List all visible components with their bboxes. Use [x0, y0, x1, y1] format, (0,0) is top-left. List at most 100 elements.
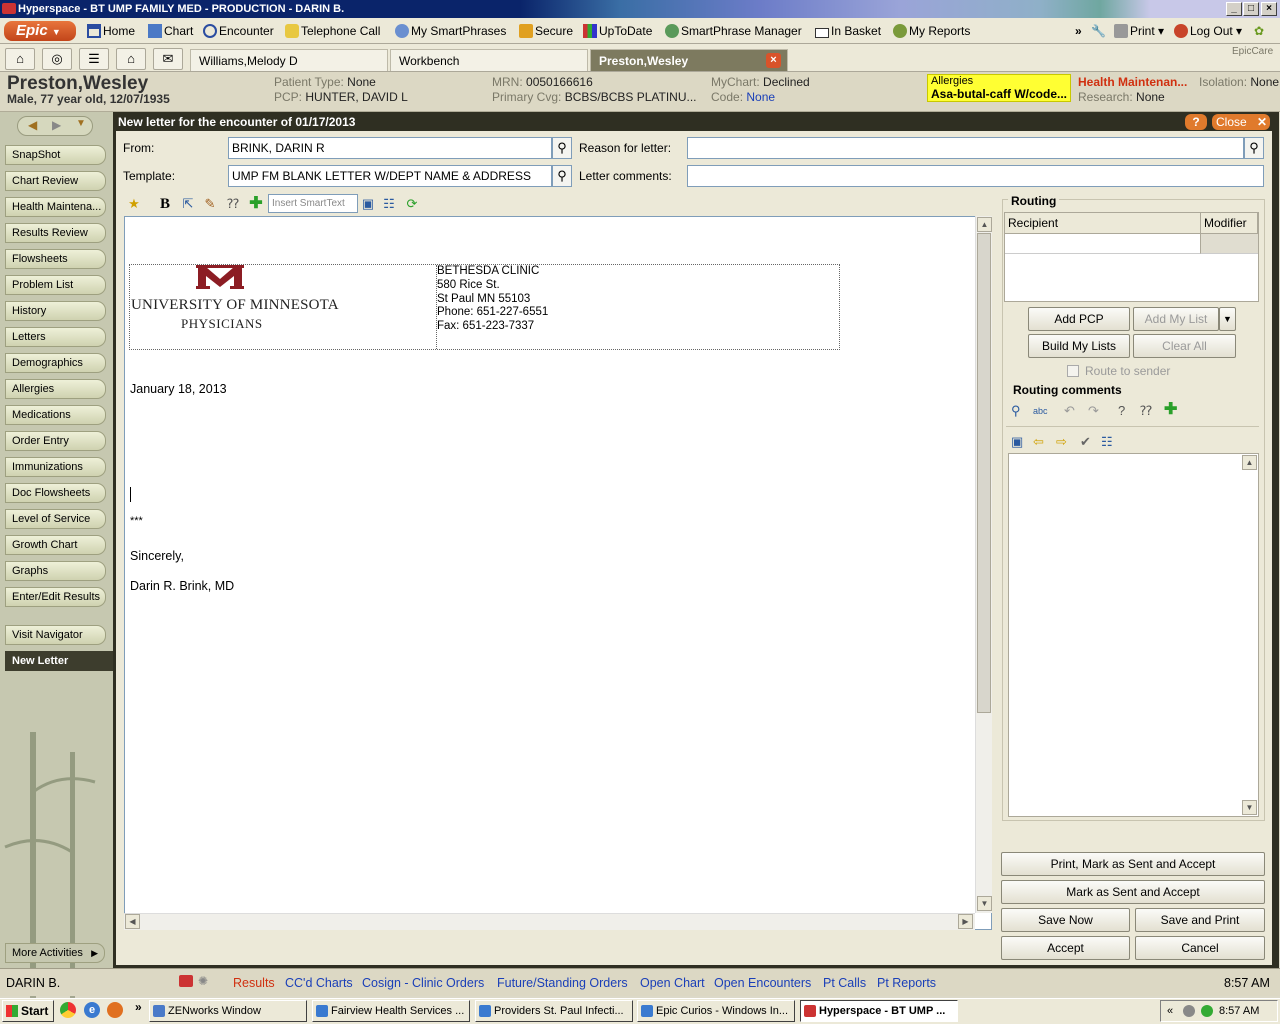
window-icon[interactable]: ▣ — [1011, 434, 1023, 450]
dropdown-arrow-icon[interactable]: ▼ — [76, 118, 86, 129]
check-icon[interactable]: ✔ — [1080, 434, 1091, 450]
status-link-cc-d-charts[interactable]: CC'd Charts — [285, 976, 353, 990]
sidebar-item-immunizations[interactable]: Immunizations — [5, 457, 106, 477]
tray-expand-icon[interactable]: « — [1167, 1001, 1173, 1021]
taskbar-task-1[interactable]: ZENworks Window — [149, 1000, 307, 1022]
add-icon[interactable]: ✚ — [1164, 402, 1177, 418]
forward-arrow-icon[interactable]: ▶ — [52, 118, 61, 132]
list-icon[interactable]: ☷ — [1101, 434, 1113, 450]
maximize-button[interactable]: □ — [1243, 2, 1259, 16]
edit-icon[interactable]: ✎ — [202, 195, 218, 213]
toolbar-in-basket[interactable]: In Basket — [815, 22, 881, 40]
activity-navigation-arrows[interactable]: ◀ ▶ ▼ — [17, 116, 93, 136]
arrow-right-icon[interactable]: ⇨ — [1056, 434, 1067, 450]
reason-search-icon[interactable]: ⚲ — [1244, 137, 1264, 159]
tab-williams-melody[interactable]: Williams,Melody D — [190, 49, 388, 71]
scroll-right-icon[interactable]: ▶ — [958, 914, 973, 929]
help-button[interactable]: ? — [1185, 114, 1207, 130]
reason-field[interactable] — [687, 137, 1244, 159]
redo-icon[interactable]: ↷ — [1088, 403, 1099, 419]
status-link-cosign-clinic-orders[interactable]: Cosign - Clinic Orders — [362, 976, 484, 990]
toolbar-secure[interactable]: Secure — [519, 22, 573, 40]
sidebar-item-snapshot[interactable]: SnapShot — [5, 145, 106, 165]
spellcheck-icon[interactable]: abc — [1033, 403, 1048, 419]
window-close-button[interactable]: × — [1261, 2, 1277, 16]
internet-explorer-icon[interactable]: e — [84, 1002, 100, 1018]
status-link-open-encounters[interactable]: Open Encounters — [714, 976, 811, 990]
list-icon[interactable]: ☷ — [381, 195, 397, 213]
print-mark-sent-accept-button[interactable]: Print, Mark as Sent and Accept — [1001, 852, 1265, 876]
taskbar-task-4[interactable]: Epic Curios - Windows In... — [637, 1000, 795, 1022]
bold-icon[interactable]: B — [157, 195, 173, 213]
recipient-column-header[interactable]: Recipient — [1005, 213, 1201, 234]
envelope-icon[interactable]: ✉ — [153, 48, 183, 70]
scroll-down-icon[interactable]: ▼ — [1242, 800, 1257, 815]
quicklaunch-chevron[interactable]: » — [135, 1000, 142, 1014]
help-query-icon[interactable]: ⁇ — [225, 195, 241, 213]
sidebar-item-medications[interactable]: Medications — [5, 405, 106, 425]
sidebar-item-health-maintena[interactable]: Health Maintena... — [5, 197, 106, 217]
save-and-print-button[interactable]: Save and Print — [1135, 908, 1265, 932]
sidebar-item-history[interactable]: History — [5, 301, 106, 321]
scroll-down-icon[interactable]: ▼ — [977, 896, 992, 911]
allergy-banner[interactable]: Allergies Asa-butal-caff W/code... — [927, 74, 1071, 102]
route-to-sender-checkbox[interactable] — [1067, 365, 1079, 377]
tray-network-icon[interactable] — [1183, 1005, 1195, 1017]
recipient-table[interactable]: Recipient Modifier — [1004, 212, 1259, 302]
toolbar-chart[interactable]: Chart — [148, 22, 193, 40]
add-pcp-button[interactable]: Add PCP — [1028, 307, 1130, 331]
more-activities-button[interactable]: More Activities ▶ — [5, 943, 105, 963]
zoom-icon[interactable]: ⚲ — [1011, 403, 1021, 419]
build-my-lists-button[interactable]: Build My Lists — [1028, 334, 1130, 358]
sidebar-item-growth-chart[interactable]: Growth Chart — [5, 535, 106, 555]
routing-comments-box[interactable]: ▲ ▼ — [1008, 453, 1259, 817]
scroll-up-icon[interactable]: ▲ — [1242, 455, 1257, 470]
template-field[interactable]: UMP FM BLANK LETTER W/DEPT NAME & ADDRES… — [228, 165, 552, 187]
toolbar-log-out[interactable]: Log Out ▾ — [1174, 22, 1242, 40]
close-tab-icon[interactable]: × — [766, 53, 781, 68]
editor-horizontal-scrollbar[interactable]: ◀ ▶ — [124, 913, 975, 930]
add-my-list-button[interactable]: Add My List — [1133, 307, 1219, 331]
toolbar-smartphrase-manager[interactable]: SmartPhrase Manager — [665, 22, 802, 40]
start-button[interactable]: Start — [2, 1000, 54, 1022]
sidebar-item-graphs[interactable]: Graphs — [5, 561, 106, 581]
chrome-icon[interactable] — [60, 1002, 76, 1018]
insert-field-icon[interactable]: ⇱ — [180, 195, 196, 213]
sidebar-item-chart-review[interactable]: Chart Review — [5, 171, 106, 191]
from-search-icon[interactable]: ⚲ — [552, 137, 572, 159]
sidebar-item-results-review[interactable]: Results Review — [5, 223, 106, 243]
scroll-thumb[interactable] — [977, 233, 991, 713]
toolbar-home[interactable]: Home — [87, 22, 135, 40]
firefox-icon[interactable] — [107, 1002, 123, 1018]
toolbar-my-smartphrases[interactable]: My SmartPhrases — [395, 22, 506, 40]
cancel-button[interactable]: Cancel — [1135, 936, 1265, 960]
modifier-cell[interactable] — [1201, 234, 1258, 254]
status-link-pt-reports[interactable]: Pt Reports — [877, 976, 936, 990]
back-arrow-icon[interactable]: ◀ — [28, 118, 37, 132]
sidebar-item-visit-navigator[interactable]: Visit Navigator — [5, 625, 106, 645]
toolbar-print[interactable]: Print ▾ — [1114, 22, 1164, 40]
add-my-list-dropdown-icon[interactable]: ▼ — [1219, 307, 1236, 331]
toolbar-uptodate[interactable]: UpToDate — [583, 22, 652, 40]
back-icon[interactable]: ◎ — [42, 48, 72, 70]
status-link-future-standing-orders[interactable]: Future/Standing Orders — [497, 976, 628, 990]
sidebar-item-problem-list[interactable]: Problem List — [5, 275, 106, 295]
sidebar-item-letters[interactable]: Letters — [5, 327, 106, 347]
mark-sent-accept-button[interactable]: Mark as Sent and Accept — [1001, 880, 1265, 904]
notification-icon[interactable] — [179, 975, 193, 987]
workspace-home-icon[interactable]: ⌂ — [116, 48, 146, 70]
status-link-open-chart[interactable]: Open Chart — [640, 976, 705, 990]
taskbar-task-2[interactable]: Fairview Health Services ... — [312, 1000, 470, 1022]
status-link-results[interactable]: Results — [233, 976, 275, 990]
toolbar-encounter[interactable]: Encounter — [203, 22, 274, 40]
taskbar-task-3[interactable]: Providers St. Paul Infecti... — [475, 1000, 633, 1022]
editor-vertical-scrollbar[interactable]: ▲ ▼ — [975, 216, 992, 913]
template-search-icon[interactable]: ⚲ — [552, 165, 572, 187]
window-icon[interactable]: ▣ — [360, 195, 376, 213]
sidebar-item-demographics[interactable]: Demographics — [5, 353, 106, 373]
epic-menu-button[interactable]: Epic ▼ — [4, 21, 76, 41]
clear-all-button[interactable]: Clear All — [1133, 334, 1236, 358]
sidebar-item-level-of-service[interactable]: Level of Service — [5, 509, 106, 529]
sidebar-item-flowsheets[interactable]: Flowsheets — [5, 249, 106, 269]
help-query-icon[interactable]: ? — [1118, 403, 1125, 419]
